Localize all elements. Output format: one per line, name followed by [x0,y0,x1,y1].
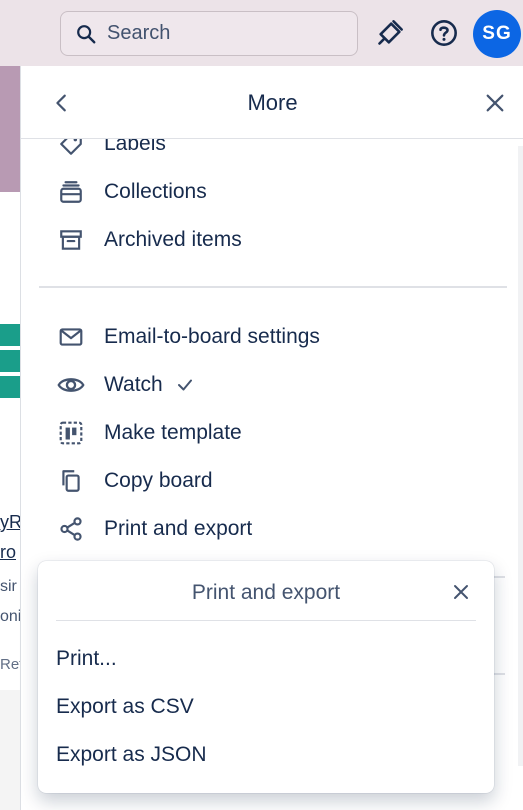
menu-item-make-template[interactable]: Make template [57,413,242,453]
menu-item-label: Watch [104,373,163,396]
popover-divider [56,620,476,621]
collections-icon [57,178,85,206]
menu-item-label: Archived items [104,228,242,251]
menu-item-copy-board[interactable]: Copy board [57,461,213,501]
checkmark-icon [177,379,192,391]
menu-item-label: Copy board [104,469,213,492]
avatar[interactable]: SG [473,10,521,58]
board-card[interactable] [0,192,20,255]
top-bar: Search SG [0,0,523,67]
card-image-block [0,324,20,346]
menu-item-collections[interactable]: Collections [57,172,207,212]
menu-item-print-and-export[interactable]: Print and export [57,509,252,549]
menu-item-label: Email-to-board settings [104,325,320,348]
help-button[interactable] [428,17,460,49]
board-card[interactable]: yR ro sir oni Ret [0,494,20,690]
eye-icon [57,371,85,399]
board-card[interactable] [0,690,20,810]
export-json-option[interactable]: Export as JSON [56,743,207,767]
menu-item-label: Make template [104,421,242,444]
print-export-popover: Print and export Print... Export as CSV … [38,561,494,793]
megaphone-icon [378,20,403,45]
panel-title: More [247,90,298,115]
card-title-fragment: yR [0,512,20,532]
close-popover-button[interactable] [448,579,474,605]
archive-icon [57,226,85,254]
panel-scrollbar[interactable] [518,146,523,766]
panel-header: More [21,66,523,139]
card-image-block [0,350,20,372]
search-placeholder: Search [107,22,171,44]
menu-item-watch[interactable]: Watch [57,365,194,405]
section-divider [39,286,507,288]
menu-item-label: Collections [104,180,207,203]
card-text-fragment: Ret [0,656,20,673]
copy-icon [57,467,85,495]
share-icon [57,515,85,543]
close-icon [486,94,504,112]
menu-item-email-to-board[interactable]: Email-to-board settings [57,317,320,357]
menu-item-label: Print and export [104,517,253,540]
popover-title: Print and export [191,581,341,604]
menu-item-archived-items[interactable]: Archived items [57,220,242,260]
notifications-button[interactable] [374,17,406,49]
close-icon [454,585,468,599]
help-icon [431,20,457,46]
card-image-block [0,376,20,398]
export-csv-option[interactable]: Export as CSV [56,695,194,719]
search-icon [77,24,96,43]
print-option[interactable]: Print... [56,647,117,671]
card-text-fragment: oni [0,608,20,625]
card-title-fragment: ro [0,542,17,562]
card-text-fragment: sir [0,578,17,595]
board-card[interactable] [0,254,20,494]
close-panel-button[interactable] [480,88,510,118]
email-icon [57,323,85,351]
search-box[interactable]: Search [60,11,358,56]
template-icon [57,419,85,447]
